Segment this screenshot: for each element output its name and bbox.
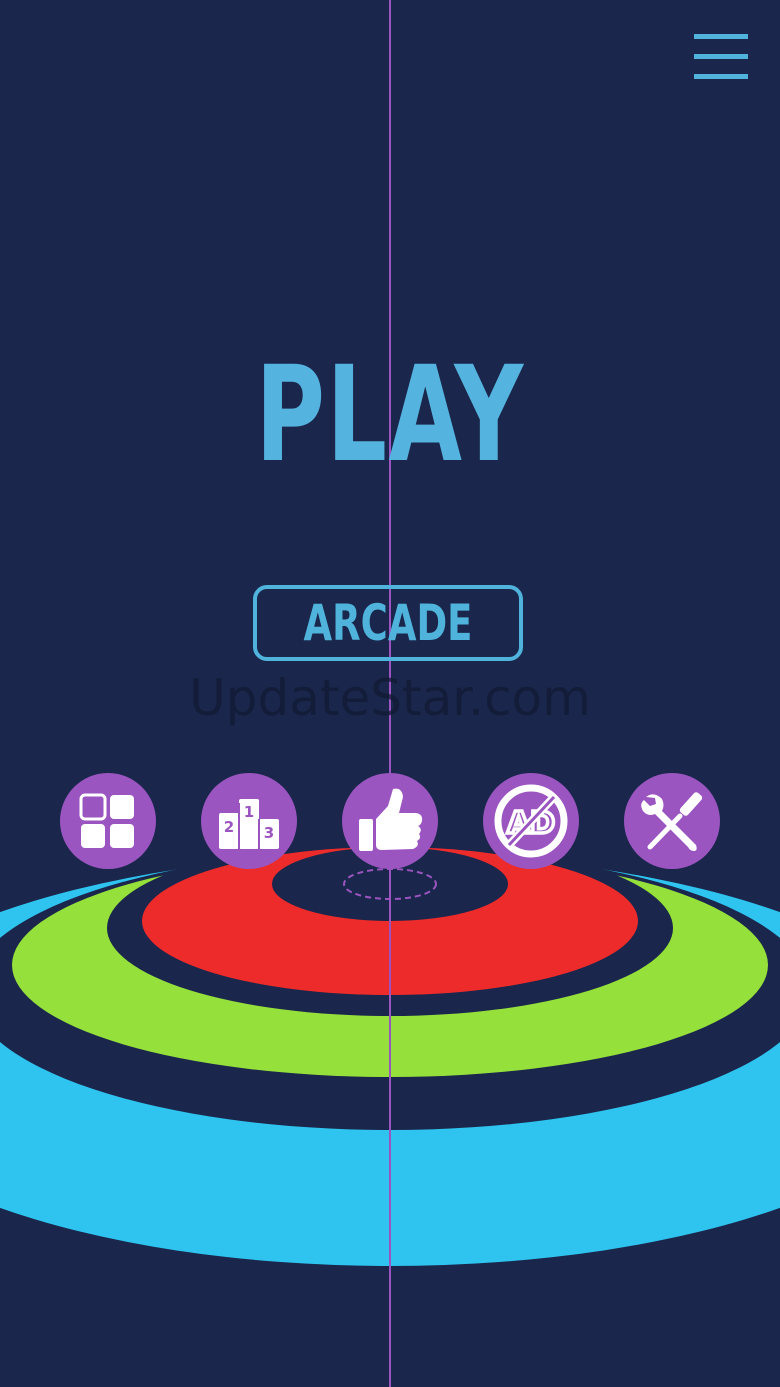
- thumbs-up-icon: [359, 788, 423, 851]
- leaderboard-button[interactable]: 2 1 3: [201, 773, 297, 869]
- levels-button[interactable]: [60, 773, 156, 869]
- arcade-label: ARCADE: [303, 594, 473, 652]
- podium-icon: 2 1 3: [219, 799, 279, 849]
- watermark: UpdateStar.com: [189, 669, 591, 727]
- rate-button[interactable]: [342, 773, 438, 869]
- game-screen: PLAY ARCADE UpdateStar.com 2 1 3: [0, 0, 780, 1387]
- menu-bar: [694, 54, 748, 59]
- menu-bar: [694, 34, 748, 39]
- play-label: PLAY: [255, 338, 525, 492]
- podium-label-first: 1: [244, 803, 254, 821]
- level-grid-icon: [79, 793, 134, 848]
- remove-ads-button[interactable]: AD: [483, 773, 579, 869]
- arcade-mode-button[interactable]: ARCADE: [253, 585, 523, 661]
- play-button[interactable]: PLAY: [190, 340, 590, 500]
- podium-label-third: 3: [264, 824, 274, 842]
- podium-label-second: 2: [224, 818, 234, 836]
- wrench-screwdriver-icon: [641, 792, 703, 851]
- menu-bar: [694, 74, 748, 79]
- menu-button[interactable]: [686, 30, 756, 84]
- no-ads-icon: AD: [494, 784, 568, 858]
- settings-button[interactable]: [624, 773, 720, 869]
